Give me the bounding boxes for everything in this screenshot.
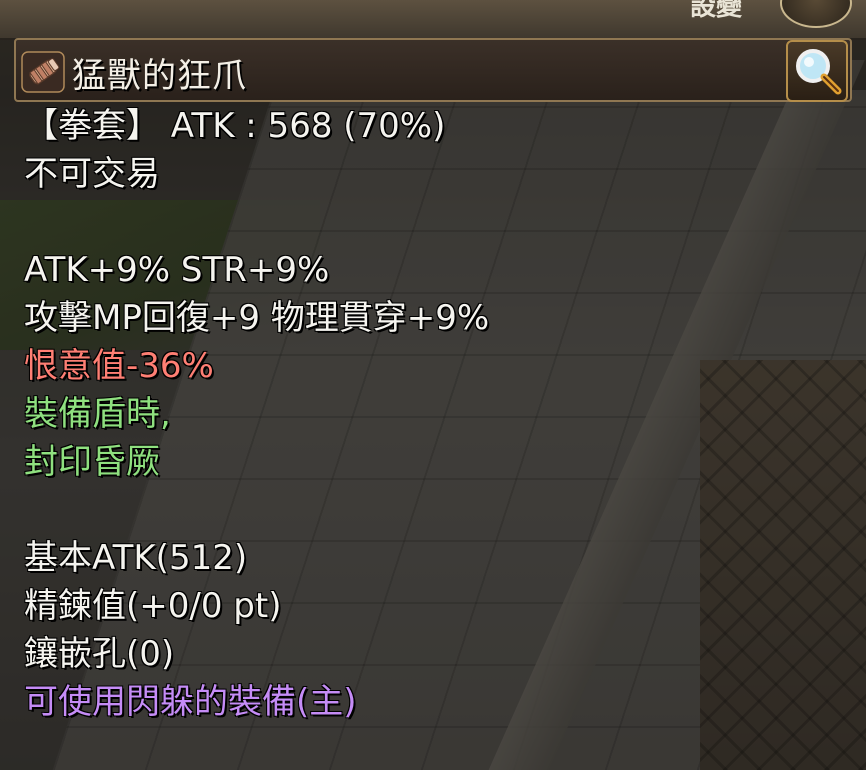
dodge-equip-note: 可使用閃躲的裝備(主) xyxy=(24,682,357,722)
item-type-atk-line: 【拳套】 ATK : 568 (70%) xyxy=(24,106,446,146)
stat-line-1: ATK+9% STR+9% xyxy=(24,250,330,290)
trade-restriction: 不可交易 xyxy=(24,154,160,194)
corner-label: 設變 xyxy=(690,0,743,22)
inspect-button[interactable] xyxy=(786,40,848,102)
slot-count: 鑲嵌孔(0) xyxy=(24,634,175,674)
stat-line-2: 攻擊MP回復+9 物理貫穿+9% xyxy=(24,298,490,338)
refine-value: 精鍊值(+0/0 pt) xyxy=(24,586,282,626)
item-name: 猛獸的狂爪 xyxy=(72,56,247,96)
hate-stat: 恨意值-36% xyxy=(24,346,214,386)
glove-icon xyxy=(20,50,66,94)
condition-line-1: 裝備盾時, xyxy=(24,394,171,434)
condition-line-2: 封印昏厥 xyxy=(24,442,160,482)
magnifier-icon xyxy=(796,49,842,95)
base-atk: 基本ATK(512) xyxy=(24,538,248,578)
